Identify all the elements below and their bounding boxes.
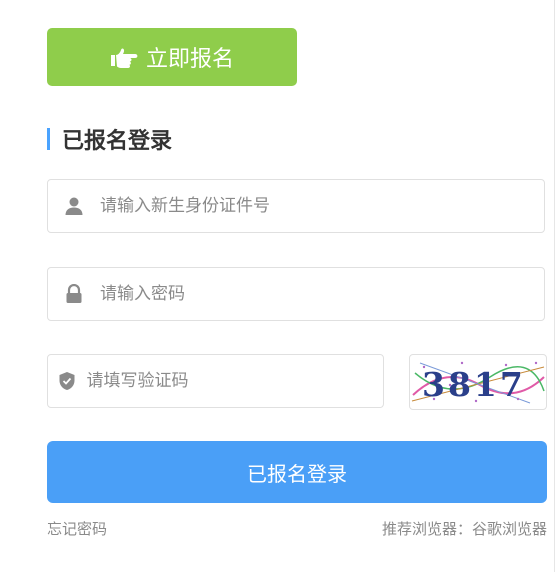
section-title-text: 已报名登录 <box>62 129 173 154</box>
register-now-button[interactable]: 立即报名 <box>47 28 297 86</box>
captcha-field[interactable] <box>47 354 384 408</box>
register-now-label: 立即报名 <box>145 47 234 72</box>
captcha-text: 3817 <box>422 365 526 404</box>
login-button[interactable]: 已报名登录 <box>47 441 547 503</box>
lock-icon <box>48 284 100 304</box>
forgot-password-link[interactable]: 忘记密码 <box>47 518 107 539</box>
shield-check-icon <box>48 371 87 391</box>
right-divider <box>554 0 555 572</box>
id-number-input[interactable] <box>100 196 500 216</box>
user-icon <box>48 196 100 216</box>
browser-recommendation: 推荐浏览器：谷歌浏览器 <box>381 520 547 538</box>
id-number-field[interactable] <box>47 179 545 233</box>
hand-pointing-right-icon <box>110 46 138 68</box>
login-button-label: 已报名登录 <box>247 461 347 486</box>
section-title: 已报名登录 <box>47 122 172 156</box>
password-field[interactable] <box>47 267 545 321</box>
captcha-input[interactable] <box>86 371 383 391</box>
captcha-image[interactable]: 3817 <box>409 354 547 410</box>
title-accent-bar <box>47 128 50 150</box>
password-input[interactable] <box>100 284 500 304</box>
